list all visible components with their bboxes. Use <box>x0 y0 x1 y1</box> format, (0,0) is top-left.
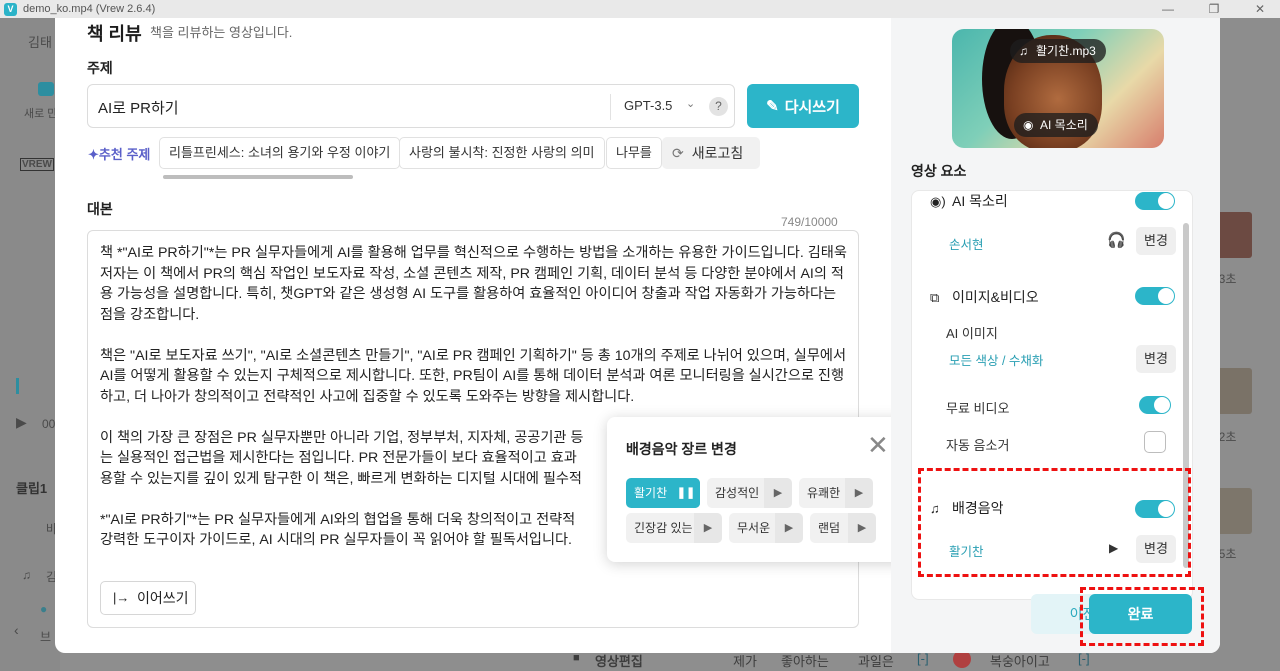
genre-label: 감성적인 <box>715 486 760 500</box>
ai-image-label: AI 이미지 <box>946 326 998 341</box>
free-video-toggle[interactable] <box>1139 396 1171 414</box>
voice-change-button[interactable]: 변경 <box>1136 227 1176 255</box>
arrow-right-bar-icon: |→ <box>113 590 130 605</box>
recommend-chip[interactable]: 나무를 <box>606 137 662 169</box>
modal-title: 책 리뷰 <box>87 24 142 44</box>
play-icon[interactable]: ▶ <box>848 513 876 543</box>
maximize-icon[interactable]: ❐ <box>1194 0 1234 18</box>
bg-back-icon: ‹ <box>14 622 19 638</box>
headphones-icon[interactable]: 🎧 <box>1107 231 1126 249</box>
music-note-icon: ♫ <box>1019 44 1028 58</box>
refresh-button[interactable]: ⟳ 새로고침 <box>662 137 760 169</box>
genre-label: 유쾌한 <box>807 486 841 500</box>
modal-subtitle: 책을 리뷰하는 영상입니다. <box>150 25 293 40</box>
bg-label: 김태 <box>28 35 52 50</box>
bg-play-icon: ▶ <box>16 414 27 430</box>
char-count: 749/10000 <box>781 215 838 229</box>
popup-title: 배경음악 장르 변경 <box>626 441 737 457</box>
recommend-label: ✦추천 주제 <box>88 147 151 162</box>
bg-label: 클립1 <box>16 481 48 496</box>
refresh-icon: ⟳ <box>672 145 684 161</box>
script-paragraph: 책 *"AI로 PR하기"*는 PR 실무자들에게 AI를 활용해 업무를 혁신… <box>100 245 847 323</box>
topic-input[interactable]: AI로 PR하기 <box>98 97 179 118</box>
background-timeline: ■ 영상편집 제가 좋아하는 과일은 [-] 복숭아이고 [-] <box>573 650 1090 669</box>
ai-voice-toggle[interactable] <box>1135 192 1175 210</box>
refresh-button-label: 새로고침 <box>691 145 744 161</box>
bgm-highlight <box>918 468 1191 577</box>
bg-music-icon: ♫ <box>22 568 31 582</box>
divider <box>610 94 611 120</box>
window-titlebar: V demo_ko.mp4 (Vrew 2.6.4) — ❐ ✕ <box>0 0 1280 18</box>
image-video-title: ⧉ 이미지&비디오 <box>930 289 1039 305</box>
rewrite-button[interactable]: ✎ 다시쓰기 <box>747 84 859 128</box>
genre-label: 긴장감 있는 <box>634 521 693 535</box>
genre-option[interactable]: 감성적인 ▶ <box>707 478 792 508</box>
continue-writing-button[interactable]: |→ 이어쓰기 <box>100 581 196 615</box>
bg-vrew-logo: VREW <box>20 158 54 171</box>
pause-icon[interactable]: ❚❚ <box>672 478 700 508</box>
play-icon[interactable]: ▶ <box>694 513 722 543</box>
genre-label: 활기찬 <box>634 486 668 500</box>
play-icon[interactable]: ▶ <box>764 478 792 508</box>
voice-icon: ◉ <box>1023 118 1034 132</box>
preview-thumbnail[interactable]: ♫ 활기찬.mp3 ◉ AI 목소리 <box>952 29 1164 148</box>
bg-label: 브 <box>40 630 52 644</box>
recommend-chip[interactable]: 리틀프린세스: 소녀의 용기와 우정 이야기 <box>159 137 401 169</box>
chips-scrollbar[interactable] <box>163 175 353 179</box>
bg-label: 00 <box>42 417 56 431</box>
image-change-button[interactable]: 변경 <box>1136 345 1176 373</box>
voice-name-link[interactable]: 손서현 <box>949 234 984 253</box>
recommend-chip[interactable]: 사랑의 불시착: 진정한 사랑의 의미 <box>399 137 605 169</box>
preview-voice-chip: ◉ AI 목소리 <box>1014 113 1098 137</box>
image-video-toggle[interactable] <box>1135 287 1175 305</box>
genre-label: 랜덤 <box>818 521 841 535</box>
window-title: demo_ko.mp4 (Vrew 2.6.4) <box>23 3 156 15</box>
close-icon[interactable]: ✕ <box>867 432 889 458</box>
genre-option[interactable]: 랜덤 ▶ <box>810 513 876 543</box>
voice-icon: ◉) <box>930 194 946 209</box>
auto-mute-label: 자동 음소거 <box>946 438 1010 453</box>
preview-music-chip: ♫ 활기찬.mp3 <box>1010 39 1106 63</box>
vrew-app-icon: V <box>4 2 17 16</box>
done-highlight <box>1080 587 1204 646</box>
bg-chat-icon: ● <box>40 602 48 616</box>
genre-option[interactable]: 유쾌한 ▶ <box>799 478 873 508</box>
continue-writing-label: 이어쓰기 <box>137 590 189 606</box>
magic-wand-icon: ✎ <box>766 98 779 115</box>
ai-image-style-link[interactable]: 모든 색상 / 수채화 <box>949 350 1043 369</box>
ai-voice-title: ◉) AI 목소리 <box>930 193 1008 209</box>
script-label: 대본 <box>87 201 113 217</box>
topic-label: 주제 <box>87 60 113 76</box>
model-select[interactable]: GPT-3.5 <box>624 98 672 113</box>
genre-option[interactable]: 활기찬 ❚❚ <box>626 478 700 508</box>
rewrite-button-label: 다시쓰기 <box>784 98 840 116</box>
image-icon: ⧉ <box>930 290 940 305</box>
play-icon[interactable]: ▶ <box>775 513 803 543</box>
chevron-down-icon[interactable]: ⌄ <box>686 97 695 110</box>
close-window-icon[interactable]: ✕ <box>1240 0 1280 18</box>
play-icon[interactable]: ▶ <box>845 478 873 508</box>
genre-label: 무서운 <box>737 521 771 535</box>
auto-mute-checkbox[interactable] <box>1144 431 1166 453</box>
elements-label: 영상 요소 <box>911 163 967 179</box>
topic-field[interactable]: AI로 PR하기 GPT-3.5 ⌄ ? <box>87 84 735 128</box>
genre-option[interactable]: 무서운 ▶ <box>729 513 803 543</box>
script-paragraph: 책은 "AI로 보도자료 쓰기", "AI로 소셜콘텐츠 만들기", "AI로 … <box>100 347 847 405</box>
bgm-genre-popup: 배경음악 장르 변경 ✕ 활기찬 ❚❚ 감성적인 ▶ 유쾌한 ▶ 긴장감 있는 … <box>607 417 906 562</box>
minimize-icon[interactable]: — <box>1148 0 1188 18</box>
sparkle-icon: ✦ <box>88 147 99 162</box>
help-icon[interactable]: ? <box>709 97 728 116</box>
bg-label: 새로 만 <box>24 108 58 120</box>
genre-option[interactable]: 긴장감 있는 ▶ <box>626 513 722 543</box>
script-editor-panel: 책 리뷰 책을 리뷰하는 영상입니다. 주제 AI로 PR하기 GPT-3.5 … <box>55 18 906 653</box>
free-video-label: 무료 비디오 <box>946 401 1010 416</box>
